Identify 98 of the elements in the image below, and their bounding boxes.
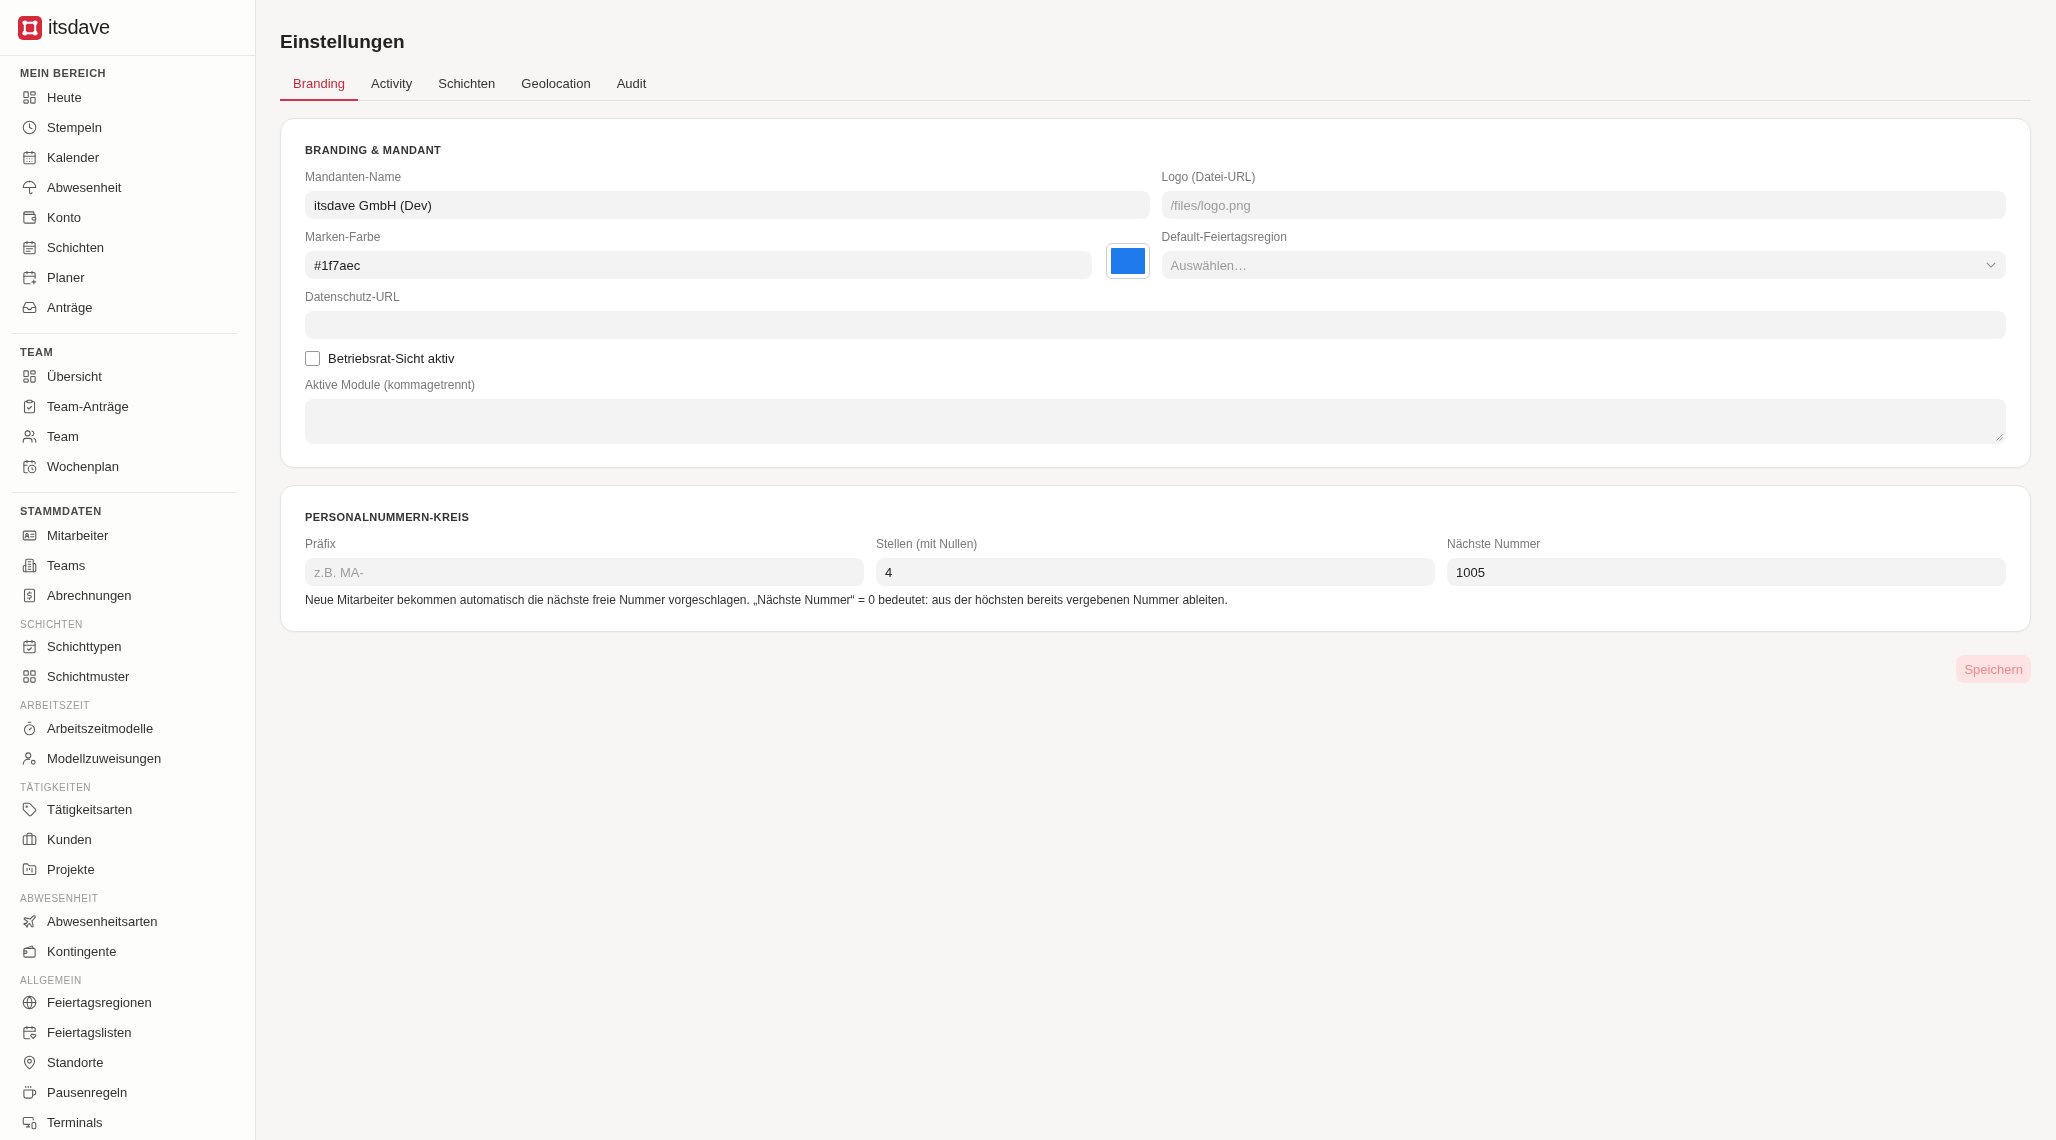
field-label: Mandanten-Name [305, 169, 403, 185]
nav-item[interactable]: Tätigkeitsarten [0, 794, 243, 825]
nav-item[interactable]: Übersicht [0, 361, 243, 391]
field-label: Datenschutz-URL [305, 289, 401, 305]
tab[interactable]: Audit [603, 68, 660, 101]
nav-item[interactable]: Stempeln [0, 112, 243, 142]
plane-icon [22, 913, 37, 929]
nav-item[interactable]: Modellzuweisungen [0, 743, 243, 773]
folder-icon [22, 862, 37, 877]
page-title: Einstellungen [280, 30, 406, 54]
clock-icon [22, 119, 37, 135]
nav-item[interactable]: Schichten [0, 232, 243, 262]
nav-item[interactable]: Team-Anträge [0, 391, 243, 421]
briefcase-icon [22, 832, 37, 847]
dashboard-icon [22, 89, 37, 105]
nav-item[interactable]: Schichtmuster [0, 661, 243, 692]
nav-subgroup-title: ARBEITSZEIT [19, 699, 91, 713]
tab[interactable]: Schichten [425, 68, 509, 101]
nav-item[interactable]: Standorte [0, 1047, 243, 1078]
text-field[interactable]: itsdave GmbH (Dev) [305, 191, 1150, 219]
wallet-icon [22, 209, 37, 225]
umbrella-icon [22, 179, 37, 195]
nav-item[interactable]: Kalender [0, 142, 243, 172]
nav-item[interactable]: Abwesenheitsarten [0, 906, 243, 936]
nav-item[interactable]: Planer [0, 262, 243, 292]
dashboard-icon [22, 368, 37, 384]
field-label: Aktive Module (kommagetrennt) [305, 377, 477, 393]
grid-icon [22, 669, 37, 684]
nav-group-title: MEIN BEREICH [19, 66, 108, 81]
nav-item[interactable]: Arbeitszeitmodelle [0, 713, 243, 743]
text-field[interactable]: 4 [876, 558, 1435, 586]
clipboard-check-icon [22, 398, 37, 414]
building-icon [22, 557, 37, 573]
checkbox[interactable] [305, 350, 320, 366]
text-field[interactable]: #1f7aec [305, 251, 1092, 279]
nav-item[interactable]: Abrechnungen [0, 580, 243, 610]
nav-item[interactable]: Anträge [0, 292, 243, 322]
tab[interactable]: Geolocation [508, 68, 604, 101]
users-icon [22, 428, 37, 444]
dollar-document-icon [22, 587, 37, 603]
logo-icon [18, 15, 42, 40]
nav-item[interactable]: Heute [0, 82, 243, 112]
nav-item[interactable]: Feiertagsregionen [0, 987, 243, 1018]
resize-handle-icon[interactable] [1996, 434, 2003, 441]
chevron-down-icon [1986, 262, 1996, 268]
tab[interactable]: Branding [280, 68, 359, 101]
nav-subgroup-title: ALLGEMEIN [19, 973, 83, 988]
calendar-heart-icon [22, 1025, 37, 1040]
calendar-icon [22, 149, 37, 165]
calendar-plus-icon [22, 269, 37, 285]
nav-item[interactable]: Kunden [0, 824, 243, 855]
color-swatch-icon[interactable] [1105, 243, 1150, 279]
nav-item[interactable]: Pausenregeln [0, 1077, 243, 1108]
field-label: Marken-Farbe [305, 229, 382, 245]
brand-name: itsdave [48, 16, 110, 39]
user-gear-icon [22, 750, 37, 766]
map-pin-icon [22, 1055, 37, 1070]
timer-icon [22, 720, 37, 736]
nav-item[interactable]: Teams [0, 550, 243, 580]
card-title: BRANDING & MANDANT [305, 144, 443, 156]
calendar-icon [22, 239, 37, 255]
nav-item[interactable]: Terminals [0, 1107, 243, 1138]
nav-item[interactable]: Mitarbeiter [0, 520, 243, 550]
monitor-phone-icon [22, 1115, 37, 1130]
inbox-icon [22, 299, 37, 315]
textarea-field[interactable] [305, 399, 2006, 444]
field-label: Präfix [305, 536, 337, 552]
field-label: Logo (Datei-URL) [1161, 169, 1257, 185]
id-card-icon [22, 527, 37, 543]
tag-icon [22, 802, 37, 817]
nav-item[interactable]: Schichttypen [0, 631, 243, 662]
nav-subgroup-title: ABWESENHEIT [19, 892, 100, 906]
text-field[interactable]: z.B. MA- [305, 558, 864, 586]
card-title: PERSONALNUMMERN-KREIS [305, 511, 471, 523]
tab[interactable]: Activity [358, 68, 426, 101]
nav-item[interactable]: Abwesenheit [0, 172, 243, 202]
globe-icon [22, 995, 37, 1010]
checkbox-label: Betriebsrat-Sicht aktiv [328, 350, 455, 366]
text-field[interactable]: 1005 [1447, 558, 2006, 586]
calendar-clock-icon [22, 458, 37, 474]
field-label: Stellen (mit Nullen) [876, 536, 979, 552]
nav-group-title: TEAM [19, 345, 55, 360]
nav-subgroup-title: TÄTIGKEITEN [19, 780, 93, 795]
text-field[interactable]: /files/logo.png [1161, 191, 2006, 219]
wallet-icon [22, 943, 37, 959]
nav-item[interactable]: Projekte [0, 854, 243, 885]
nav-item[interactable]: Feiertagslisten [0, 1017, 243, 1048]
nav-item[interactable]: Kontingente [0, 936, 243, 966]
field-label: Nächste Nummer [1447, 536, 1542, 552]
nav-subgroup-title: SCHICHTEN [19, 617, 84, 632]
help-text: Neue Mitarbeiter bekommen automatisch die nächste freie Nummer vorgeschlagen. „Nächste Nummer“ = 0 bedeutet: aus der höchsten bereits vergebenen Nummer ableiten. [305, 592, 1229, 608]
calendar-check-icon [22, 639, 37, 654]
field-label: Default-Feiertagsregion [1161, 229, 1288, 245]
nav-item[interactable]: Team [0, 421, 243, 451]
nav-group-title: STAMMDATEN [19, 504, 103, 519]
nav-item[interactable]: Wochenplan [0, 451, 243, 481]
cup-icon [22, 1085, 37, 1100]
nav-item[interactable]: Konto [0, 202, 243, 232]
